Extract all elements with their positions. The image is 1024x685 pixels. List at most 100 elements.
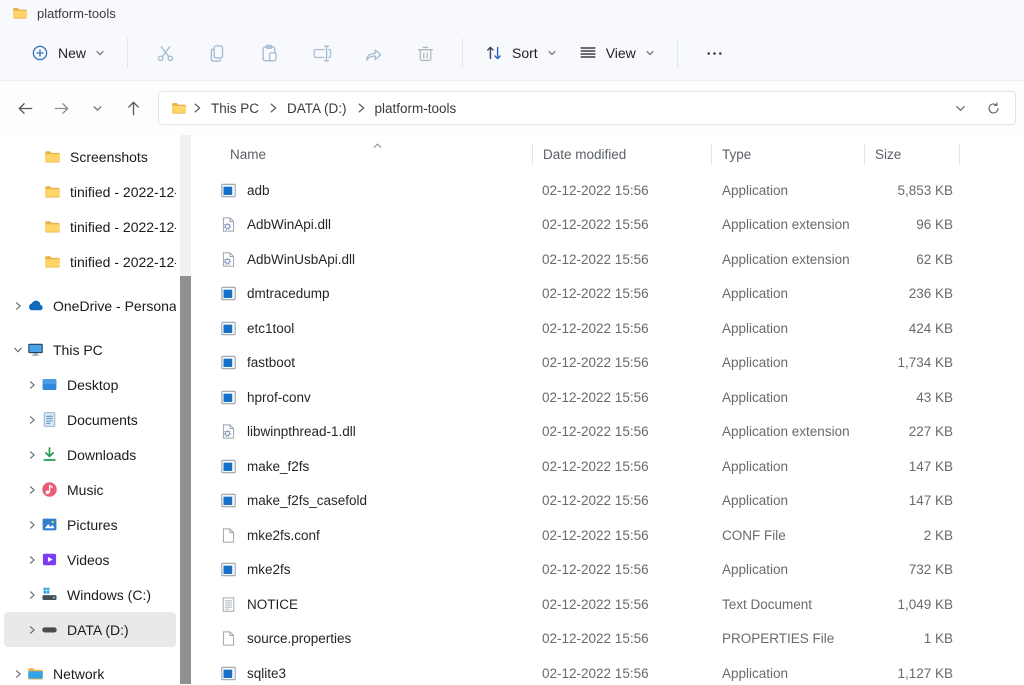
file-date-cell: 02-12-2022 15:56 — [533, 493, 712, 508]
cut-icon — [155, 43, 176, 64]
chevron-down-icon[interactable] — [8, 345, 27, 355]
share-button[interactable] — [350, 35, 396, 71]
sidebar-scrollbar-thumb[interactable] — [180, 276, 191, 684]
table-row[interactable]: libwinpthread-1.dll02-12-2022 15:56Appli… — [192, 415, 1024, 450]
tab-title[interactable]: platform-tools — [37, 6, 116, 21]
file-date-cell: 02-12-2022 15:56 — [533, 562, 712, 577]
new-button[interactable]: New — [20, 35, 116, 71]
app-file-icon — [220, 285, 237, 302]
column-header-row: Name Date modified Type Size — [192, 135, 1024, 173]
breadcrumb-item-data-d[interactable]: DATA (D:) — [283, 99, 351, 118]
file-type-cell: Application — [712, 459, 865, 474]
file-name-label: sqlite3 — [247, 666, 286, 681]
chevron-right-icon[interactable] — [22, 520, 41, 530]
table-row[interactable]: adb02-12-2022 15:56Application5,853 KB — [192, 173, 1024, 208]
chevron-right-icon[interactable] — [8, 301, 27, 311]
chevron-down-icon — [546, 47, 558, 59]
file-date-cell: 02-12-2022 15:56 — [533, 424, 712, 439]
table-row[interactable]: AdbWinUsbApi.dll02-12-2022 15:56Applicat… — [192, 242, 1024, 277]
table-row[interactable]: source.properties02-12-2022 15:56PROPERT… — [192, 622, 1024, 657]
table-row[interactable]: sqlite302-12-2022 15:56Application1,127 … — [192, 656, 1024, 684]
table-row[interactable]: etc1tool02-12-2022 15:56Application424 K… — [192, 311, 1024, 346]
column-header-type[interactable]: Type — [712, 142, 865, 166]
breadcrumb-item-this-pc[interactable]: This PC — [207, 99, 263, 118]
sidebar-item-tinified-2022-12-0[interactable]: tinified - 2022-12-0 — [4, 209, 176, 244]
file-size-cell: 96 KB — [865, 217, 960, 232]
table-row[interactable]: mke2fs.conf02-12-2022 15:56CONF File2 KB — [192, 518, 1024, 553]
sidebar-item-screenshots[interactable]: Screenshots — [4, 139, 176, 174]
table-row[interactable]: make_f2fs02-12-2022 15:56Application147 … — [192, 449, 1024, 484]
file-name-cell: source.properties — [192, 630, 533, 647]
address-bar[interactable]: This PC DATA (D:) platform-tools — [158, 91, 1016, 125]
sidebar-item-tinified-2022-12-0[interactable]: tinified - 2022-12-0 — [4, 174, 176, 209]
sidebar-item-desktop[interactable]: Desktop — [4, 367, 176, 402]
delete-button[interactable] — [402, 35, 448, 71]
paste-button[interactable] — [246, 35, 292, 71]
sidebar-item-windows-c[interactable]: Windows (C:) — [4, 577, 176, 612]
file-type-cell: CONF File — [712, 528, 865, 543]
chevron-right-icon[interactable] — [22, 625, 41, 635]
chevron-right-icon[interactable] — [22, 450, 41, 460]
folder-icon — [12, 5, 28, 21]
paste-icon — [259, 43, 280, 64]
view-button[interactable]: View — [568, 35, 666, 71]
forward-button[interactable] — [46, 93, 76, 123]
file-name-label: libwinpthread-1.dll — [247, 424, 356, 439]
sidebar-item-onedrive-personal[interactable]: OneDrive - Personal — [4, 288, 176, 323]
desktop-icon — [41, 376, 58, 393]
sidebar-item-pictures[interactable]: Pictures — [4, 507, 176, 542]
chevron-right-icon[interactable] — [22, 485, 41, 495]
address-dropdown-button[interactable] — [953, 101, 968, 116]
sidebar-item-label: tinified - 2022-12-0 — [70, 219, 176, 235]
sidebar-item-music[interactable]: Music — [4, 472, 176, 507]
file-type-cell: Application — [712, 355, 865, 370]
chevron-right-icon[interactable] — [22, 415, 41, 425]
sidebar-item-documents[interactable]: Documents — [4, 402, 176, 437]
column-header-size[interactable]: Size — [865, 142, 960, 166]
chevron-right-icon[interactable] — [22, 380, 41, 390]
sidebar-item-downloads[interactable]: Downloads — [4, 437, 176, 472]
column-header-name[interactable]: Name — [192, 142, 533, 166]
file-name-cell: NOTICE — [192, 596, 533, 613]
sidebar-item-tinified-2022-12-0[interactable]: tinified - 2022-12-0 — [4, 244, 176, 279]
chevron-right-icon[interactable] — [22, 555, 41, 565]
file-list-pane: Name Date modified Type Size adb02-12-20… — [192, 135, 1024, 684]
back-button[interactable] — [10, 93, 40, 123]
column-header-spacer — [960, 142, 1024, 166]
file-type-cell: Text Document — [712, 597, 865, 612]
file-file-icon — [220, 527, 237, 544]
table-row[interactable]: mke2fs02-12-2022 15:56Application732 KB — [192, 553, 1024, 588]
breadcrumb-item-platform-tools[interactable]: platform-tools — [371, 99, 461, 118]
refresh-button[interactable] — [986, 101, 1001, 116]
table-row[interactable]: dmtracedump02-12-2022 15:56Application23… — [192, 277, 1024, 312]
sort-ascending-caret-icon — [372, 138, 383, 146]
copy-button[interactable] — [194, 35, 240, 71]
documents-icon — [41, 411, 58, 428]
sidebar-item-this-pc[interactable]: This PC — [4, 332, 176, 367]
chevron-right-icon[interactable] — [8, 669, 27, 679]
sidebar-item-videos[interactable]: Videos — [4, 542, 176, 577]
up-button[interactable] — [118, 93, 148, 123]
file-name-cell: mke2fs — [192, 561, 533, 578]
table-row[interactable]: make_f2fs_casefold02-12-2022 15:56Applic… — [192, 484, 1024, 519]
more-options-button[interactable] — [692, 35, 738, 71]
table-row[interactable]: NOTICE02-12-2022 15:56Text Document1,049… — [192, 587, 1024, 622]
chevron-down-icon — [94, 47, 106, 59]
column-header-date-modified[interactable]: Date modified — [533, 142, 712, 166]
file-date-cell: 02-12-2022 15:56 — [533, 528, 712, 543]
cut-button[interactable] — [142, 35, 188, 71]
table-row[interactable]: hprof-conv02-12-2022 15:56Application43 … — [192, 380, 1024, 415]
recent-locations-button[interactable] — [82, 93, 112, 123]
chevron-right-icon[interactable] — [22, 590, 41, 600]
sidebar-list: Screenshotstinified - 2022-12-0tinified … — [0, 139, 192, 684]
view-button-label: View — [606, 45, 636, 61]
table-row[interactable]: AdbWinApi.dll02-12-2022 15:56Application… — [192, 208, 1024, 243]
sidebar-item-data-d[interactable]: DATA (D:) — [4, 612, 176, 647]
sort-button[interactable]: Sort — [474, 35, 568, 71]
file-date-cell: 02-12-2022 15:56 — [533, 286, 712, 301]
file-size-cell: 1,734 KB — [865, 355, 960, 370]
table-row[interactable]: fastboot02-12-2022 15:56Application1,734… — [192, 346, 1024, 381]
rename-button[interactable] — [298, 35, 344, 71]
navigation-pane: Screenshotstinified - 2022-12-0tinified … — [0, 135, 192, 684]
sidebar-item-network[interactable]: Network — [4, 656, 176, 684]
